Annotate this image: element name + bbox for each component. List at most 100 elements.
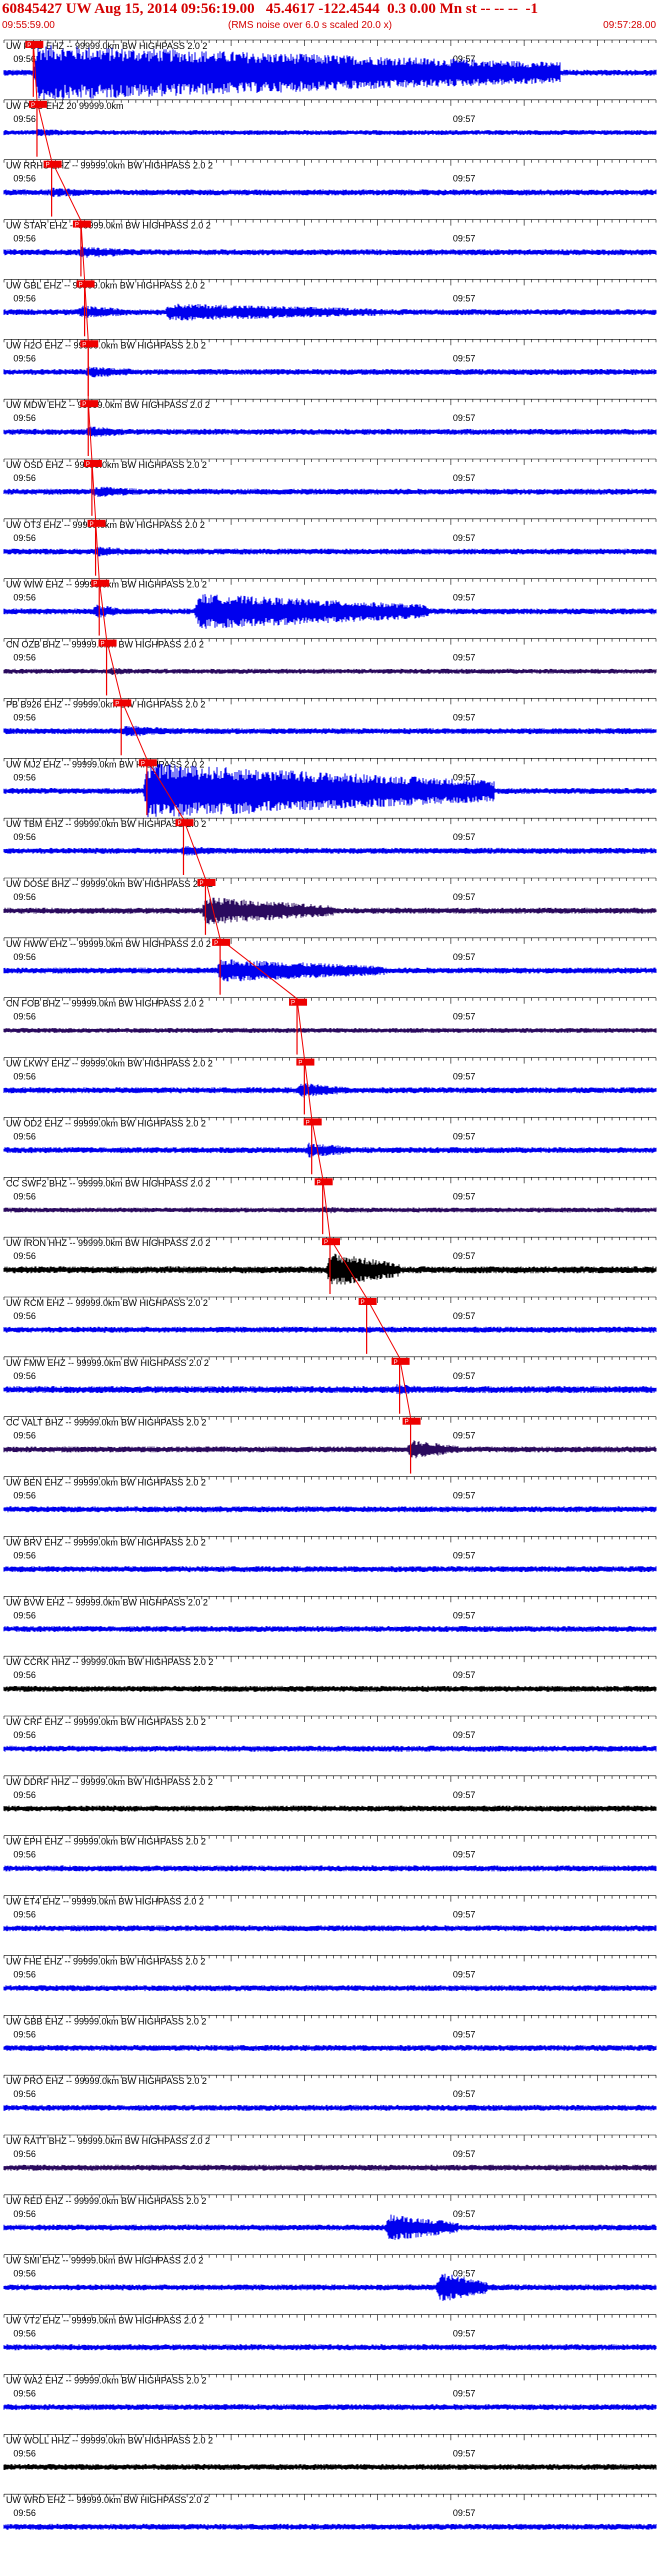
trace-row: UW TBM EHZ -- 99999.0km BW HIGHPASS 2.0 … <box>3 817 657 875</box>
minute-label: 09:57 <box>453 2329 476 2339</box>
waveform <box>3 187 657 197</box>
minute-label: 09:56 <box>13 533 36 543</box>
minute-label: 09:56 <box>13 473 36 483</box>
minute-label: 09:57 <box>453 1910 476 1920</box>
minute-label: 09:57 <box>453 1431 476 1441</box>
waveform <box>3 1083 657 1098</box>
trace-label: UW VT2 EHZ -- 99999.0km BW HIGHPASS 2.0 … <box>6 2316 204 2326</box>
trace-row: UW ET4 EHZ -- 99999.0km BW HIGHPASS 2.0 … <box>3 1895 657 1932</box>
pick-label: P <box>324 1240 328 1246</box>
trace-row: CN FOB BHZ -- 99999.0km BW HIGHPASS 2.0 … <box>3 997 657 1055</box>
minute-label: 09:56 <box>13 892 36 902</box>
trace-row: UW PGO EHZ -- 99999.0km BW HIGHPASS 2.0 … <box>3 39 657 100</box>
waveform <box>3 1206 657 1214</box>
trace-row: UW H2O EHZ -- 99999.0km BW HIGHPASS 2.0 … <box>3 338 657 397</box>
minute-label: 09:56 <box>13 1371 36 1381</box>
trace-row: UW SMI EHZ -- 99999.0km BW HIGHPASS 2.0 … <box>3 2254 657 2301</box>
trace-label: UW MDW EHZ -- 99999.0km BW HIGHPASS 2.0 … <box>6 400 210 410</box>
pick-label: P <box>199 881 203 887</box>
seismogram-chart: UW PGO EHZ -- 99999.0km BW HIGHPASS 2.0 … <box>3 39 657 2530</box>
minute-label: 09:56 <box>13 1491 36 1501</box>
trace-label: CN FOB BHZ -- 99999.0km BW HIGHPASS 2.0 … <box>6 999 204 1009</box>
pick-label: P <box>177 821 181 827</box>
pick-label: P <box>93 582 97 588</box>
trace-label: UW WA2 EHZ -- 99999.0km BW HIGHPASS 2.0 … <box>6 2375 207 2385</box>
pick-label: P <box>361 1300 365 1306</box>
trace-label: UW WOLL HHZ -- 99999.0km BW HIGHPASS 2.0… <box>6 2435 213 2445</box>
minute-label: 09:57 <box>453 1790 476 1800</box>
waveform <box>3 1865 657 1872</box>
minute-label: 09:57 <box>453 952 476 962</box>
waveform <box>3 1142 657 1158</box>
minute-label: 09:57 <box>453 832 476 842</box>
pick-label: P <box>27 43 31 49</box>
minute-label: 09:57 <box>453 892 476 902</box>
waveform <box>3 1985 657 1992</box>
minute-label: 09:56 <box>13 653 36 663</box>
minute-label: 09:56 <box>13 1969 36 1979</box>
minute-label: 09:57 <box>453 1131 476 1141</box>
trace-row: UW HWW EHZ -- 99999.0km BW HIGHPASS 2.0 … <box>3 937 657 995</box>
trace-label: UW WRD EHZ -- 99999.0km BW HIGHPASS 2.0 … <box>6 2495 209 2505</box>
minute-label: 09:56 <box>13 1072 36 1082</box>
minute-label: 09:56 <box>13 1012 36 1022</box>
trace-label: UW FHE EHZ -- 99999.0km BW HIGHPASS 2.0 … <box>6 1956 205 1966</box>
minute-label: 09:57 <box>453 2448 476 2458</box>
trace-row: UW CRF EHZ -- 99999.0km BW HIGHPASS 2.0 … <box>3 1715 657 1752</box>
trace-row: UW STAR EHZ -- 99999.0km BW HIGHPASS 2.0… <box>3 219 657 277</box>
minute-label: 09:57 <box>453 1610 476 1620</box>
minute-label: 09:56 <box>13 1610 36 1620</box>
minute-label: 09:57 <box>453 2089 476 2099</box>
minute-label: 09:57 <box>453 2209 476 2219</box>
waveform <box>3 897 657 925</box>
waveform <box>3 1626 657 1632</box>
minute-label: 09:56 <box>13 114 36 124</box>
trace-row: UW EPH EHZ -- 99999.0km BW HIGHPASS 2.0 … <box>3 1835 657 1872</box>
trace-row: UW OSD EHZ -- 99999.0km BW HIGHPASS 2.0 … <box>3 458 657 516</box>
minute-label: 09:57 <box>453 2149 476 2159</box>
minute-label: 09:57 <box>453 2508 476 2518</box>
trace-label: UW STAR EHZ -- 99999.0km BW HIGHPASS 2.0… <box>6 221 211 231</box>
pick-label: P <box>306 1120 310 1126</box>
trace-label: UW HWW EHZ -- 99999.0km BW HIGHPASS 2.0 … <box>6 939 211 949</box>
waveform <box>3 2523 657 2530</box>
minute-label: 09:56 <box>13 1550 36 1560</box>
minute-label: 09:57 <box>453 1012 476 1022</box>
minute-label: 09:57 <box>453 413 476 423</box>
trace-row: CN OZB BHZ -- 99999.0km BW HIGHPASS 2.0 … <box>3 638 657 696</box>
minute-label: 09:57 <box>453 1311 476 1321</box>
trace-row: UW LKWY EHZ -- 99999.0km BW HIGHPASS 2.0… <box>3 1057 657 1115</box>
trace-row: UW FMW EHZ -- 99999.0km BW HIGHPASS 2.0 … <box>3 1356 657 1414</box>
pick-label: P <box>82 402 86 408</box>
trace-row: UW RATT BHZ -- 99999.0km BW HIGHPASS 2.0… <box>3 2134 657 2171</box>
waveform <box>3 486 657 497</box>
pick-label: P <box>405 1420 409 1426</box>
waveform <box>3 1745 657 1752</box>
trace-row: CC SWF2 BHZ -- 99999.0km BW HIGHPASS 2.0… <box>3 1176 657 1235</box>
waveform <box>3 2044 657 2051</box>
trace-label: UW ET4 EHZ -- 99999.0km BW HIGHPASS 2.0 … <box>6 1897 204 1907</box>
minute-label: 09:57 <box>453 234 476 244</box>
waveform <box>3 303 657 321</box>
pick-label: P <box>90 522 94 528</box>
trace-label: UW FMW EHZ -- 99999.0km BW HIGHPASS 2.0 … <box>6 1358 209 1368</box>
trace-row: UW WIW EHZ -- 99999.0km BW HIGHPASS 2.0 … <box>3 578 657 636</box>
trace-row: UW WOLL HHZ -- 99999.0km BW HIGHPASS 2.0… <box>3 2433 657 2470</box>
minute-label: 09:57 <box>453 353 476 363</box>
trace-label: UW SMI EHZ -- 99999.0km BW HIGHPASS 2.0 … <box>6 2256 203 2266</box>
pick-label: P <box>298 1061 302 1067</box>
waveform <box>3 1027 657 1033</box>
minute-label: 09:57 <box>453 2388 476 2398</box>
minute-label: 09:56 <box>13 593 36 603</box>
minute-label: 09:56 <box>13 353 36 363</box>
trace-label: UW BRV EHZ -- 99999.0km BW HIGHPASS 2.0 … <box>6 1537 206 1547</box>
trace-label: UW PGO EHZ 20 99999.0km <box>6 101 124 111</box>
minute-label: 09:56 <box>13 1311 36 1321</box>
trace-row: UW DDRF HHZ -- 99999.0km BW HIGHPASS 2.0… <box>3 1775 657 1812</box>
waveform <box>3 1384 657 1395</box>
pick-label: P <box>291 1001 295 1007</box>
waveform <box>3 2344 657 2351</box>
waveform <box>3 1506 657 1513</box>
trace-row: UW RRHS EHZ -- 99999.0km BW HIGHPASS 2.0… <box>3 159 657 217</box>
minute-label: 09:56 <box>13 952 36 962</box>
